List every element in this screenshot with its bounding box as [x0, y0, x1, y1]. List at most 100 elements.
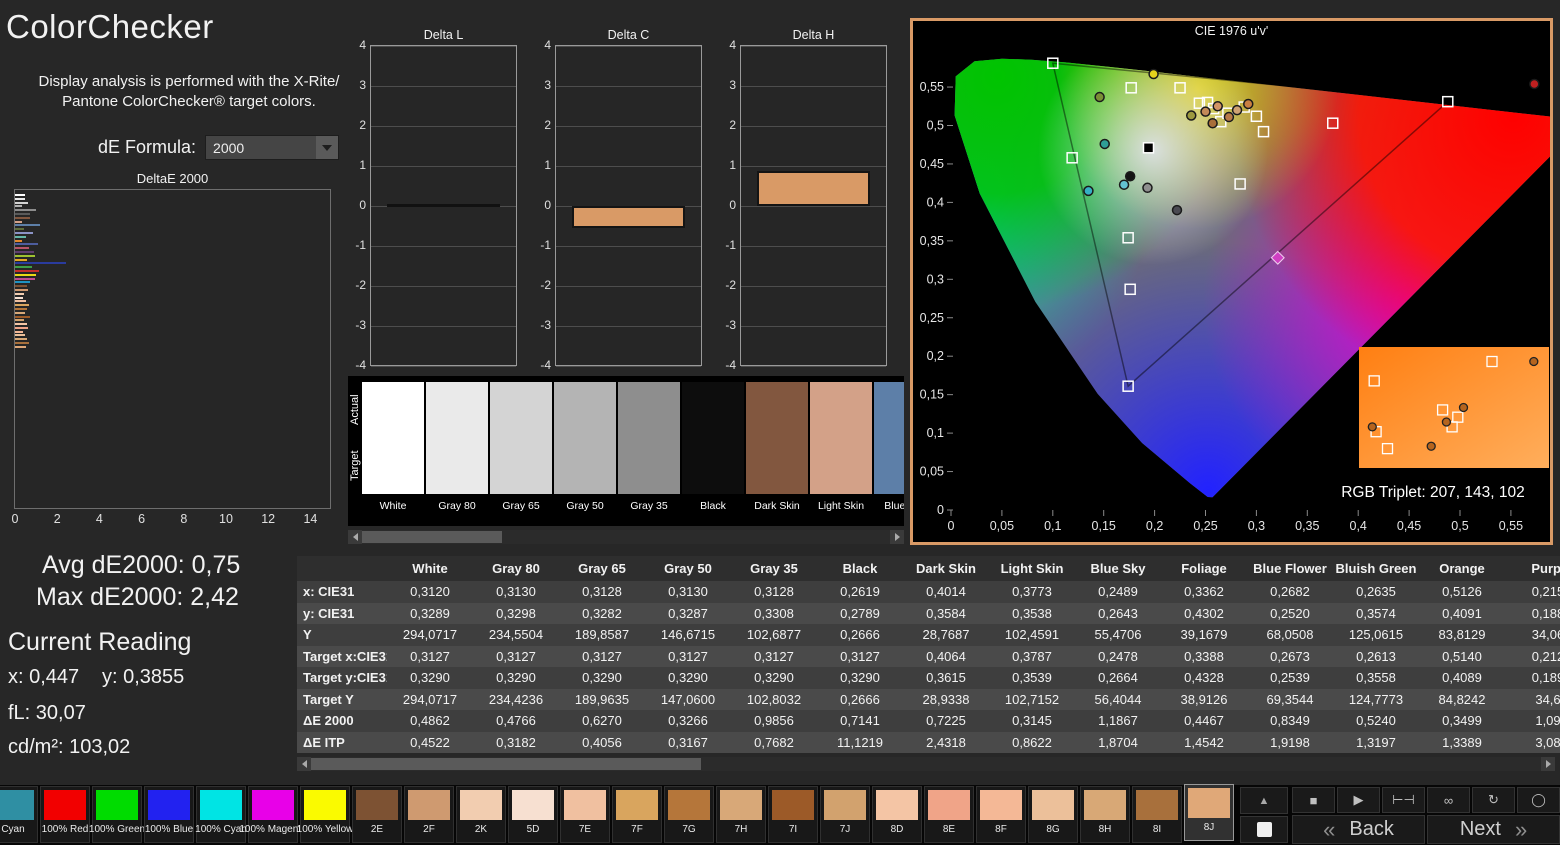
y-axis-label: 0	[359, 198, 366, 212]
toolbar-patch-8i[interactable]: 8I	[1132, 786, 1182, 843]
gridline	[556, 86, 701, 87]
patch-color	[200, 790, 242, 820]
current-reading-heading: Current Reading	[8, 628, 192, 656]
play-button[interactable]: ▶	[1337, 787, 1380, 813]
dropdown-arrow-box[interactable]	[316, 136, 339, 159]
table-cell: 39,1679	[1180, 627, 1228, 643]
table-cell: 1,1867	[1098, 713, 1138, 729]
toolbar-patch-8f[interactable]: 8F	[976, 786, 1026, 843]
y-tick-label: 0,35	[920, 234, 944, 248]
table-scroll-track[interactable]	[311, 757, 1541, 771]
toolbar-patch-2e[interactable]: 2E	[352, 786, 402, 843]
patch-label: 100% Green	[88, 824, 146, 835]
cie-measured-point	[1148, 68, 1159, 80]
swatch-color	[426, 382, 488, 494]
table-cell: 0,3499	[1442, 713, 1482, 729]
table-cell: 34,06	[1531, 627, 1560, 643]
toolbar-patch-cyan[interactable]: Cyan	[0, 786, 38, 843]
deltae-bar	[15, 201, 29, 204]
toolbar-patch-7i[interactable]: 7I	[768, 786, 818, 843]
y-axis-label: 1	[544, 158, 551, 172]
left-control-stack: ▲	[1240, 787, 1288, 844]
chevron-down-icon	[322, 144, 333, 151]
x-tick-label: 0,5	[1451, 519, 1468, 533]
toolbar-patch-100-green[interactable]: 100% Green	[88, 786, 146, 843]
table-cell: 34,6	[1535, 691, 1560, 707]
patch-label: 7F	[631, 824, 643, 835]
toolbar-patch-100-yellow[interactable]: 100% Yellow	[297, 786, 353, 843]
table-cell: 84,8242	[1438, 691, 1486, 707]
table-cell: 0,2520	[1270, 605, 1310, 621]
scroll-up-button[interactable]: ▲	[1240, 787, 1288, 814]
deltae-bar	[15, 194, 26, 196]
patch-swatch: Black	[682, 382, 744, 512]
toolbar-patch-7h[interactable]: 7H	[716, 786, 766, 843]
toolbar-patch-2k[interactable]: 2K	[456, 786, 506, 843]
table-cell: 0,2613	[1356, 648, 1396, 664]
refresh-button[interactable]: ↻	[1472, 787, 1515, 813]
toolbar-patch-7e[interactable]: 7E	[560, 786, 610, 843]
toolbar-patch-7j[interactable]: 7J	[820, 786, 870, 843]
scroll-right-button[interactable]	[890, 530, 904, 544]
deltae-bar	[15, 220, 22, 223]
table-scrollbar[interactable]	[297, 757, 1555, 771]
toolbar-patch-8g[interactable]: 8G	[1028, 786, 1078, 843]
deltae-bar	[15, 209, 36, 212]
toolbar-patch-100-red[interactable]: 100% Red	[40, 786, 90, 843]
patch-swatch: Gray 65	[490, 382, 552, 512]
deltae-xtick: 0	[11, 512, 19, 526]
toolbar-patch-7f[interactable]: 7F	[612, 786, 662, 843]
y-axis-label: -3	[355, 318, 366, 332]
deltae-bar	[15, 247, 29, 250]
toolbar-patch-100-magenta[interactable]: 100% Magenta	[239, 786, 307, 843]
toolbar-patch-8h[interactable]: 8H	[1080, 786, 1130, 843]
y-axis-label: 3	[359, 78, 366, 92]
table-row-label: y: CIE31	[303, 605, 355, 621]
swatch-scroll-thumb[interactable]	[362, 531, 502, 543]
patch-label: 5D	[526, 824, 540, 835]
scroll-left-button[interactable]	[348, 530, 362, 544]
swatch-scrollbar[interactable]	[348, 530, 904, 544]
toolbar-controls: ▲ ■ ▶ ⊢⊣ ∞ ↻ ◯ « Back Next »	[1240, 786, 1560, 844]
x-tick-label: 0,55	[1499, 519, 1523, 533]
patch-window-button[interactable]	[1240, 816, 1288, 843]
swatch-label: White	[379, 500, 407, 512]
swatch-scroll-track[interactable]	[362, 530, 890, 544]
swatch-label: Gray 50	[566, 500, 604, 512]
table-cell: 0,3539	[1012, 670, 1052, 686]
loop-button[interactable]: ∞	[1427, 787, 1470, 813]
patch-color	[96, 790, 138, 820]
y-tick-label: 0,05	[920, 465, 944, 479]
patch-color	[148, 790, 190, 820]
deltae-xtick: 10	[219, 512, 233, 526]
toolbar-patch-2f[interactable]: 2F	[404, 786, 454, 843]
toolbar-patch-100-blue[interactable]: 100% Blue	[144, 786, 194, 843]
toolbar-patch-5d[interactable]: 5D	[508, 786, 558, 843]
table-cell: 0,3584	[926, 605, 966, 621]
table-row: x: CIE31 0,3120 0,3130 0,3128 0,3130 0,3128 0,…	[297, 581, 1560, 603]
swatch-label: Black	[700, 500, 726, 512]
de-formula-select[interactable]: 2000	[205, 135, 340, 160]
toolbar-patch-8j[interactable]: 8J	[1184, 784, 1234, 841]
stop-button[interactable]: ■	[1292, 787, 1335, 813]
toolbar-patch-7g[interactable]: 7G	[664, 786, 714, 843]
circle-button[interactable]: ◯	[1517, 787, 1560, 813]
back-button[interactable]: « Back	[1292, 815, 1425, 844]
range-button[interactable]: ⊢⊣	[1382, 787, 1425, 813]
patch-label: 7J	[839, 824, 851, 835]
table-cell: 0,3145	[1012, 713, 1052, 729]
table-scroll-right-button[interactable]	[1541, 757, 1555, 771]
deltae-xaxis: 0 2 4 6 8 10 12 14	[11, 512, 331, 528]
table-scroll-left-button[interactable]	[297, 757, 311, 771]
table-header-cell: Bluish Green	[1335, 561, 1417, 576]
table-row-label: Y	[303, 627, 312, 643]
table-scroll-thumb[interactable]	[311, 758, 701, 770]
delta-bar	[572, 206, 685, 228]
table-cell: 0,3120	[410, 584, 450, 600]
table-cell: 294,0717	[402, 627, 458, 643]
patch-color	[876, 790, 918, 820]
toolbar-patch-8d[interactable]: 8D	[872, 786, 922, 843]
next-button[interactable]: Next »	[1427, 815, 1560, 844]
toolbar-patch-8e[interactable]: 8E	[924, 786, 974, 843]
table-cell: 83,8129	[1438, 627, 1486, 643]
